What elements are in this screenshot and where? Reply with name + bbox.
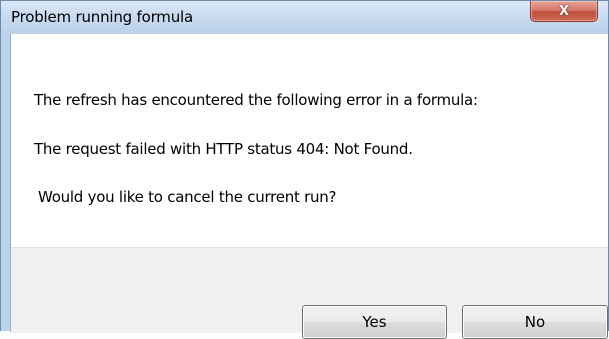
dialog-window: Problem running formula X The refresh ha… [0, 0, 609, 339]
close-button[interactable]: X [530, 1, 598, 22]
error-message-line: The refresh has encountered the followin… [34, 91, 478, 109]
close-icon: X [558, 3, 570, 19]
title-bar[interactable]: Problem running formula X [1, 1, 608, 33]
error-detail-line: The request failed with HTTP status 404:… [34, 140, 413, 158]
no-button[interactable]: No [462, 305, 608, 339]
prompt-question: Would you like to cancel the current run… [38, 188, 337, 206]
dialog-content: The refresh has encountered the followin… [10, 34, 608, 339]
yes-button[interactable]: Yes [302, 305, 447, 339]
button-bar: Yes No [11, 247, 608, 339]
window-title: Problem running formula [11, 8, 193, 26]
